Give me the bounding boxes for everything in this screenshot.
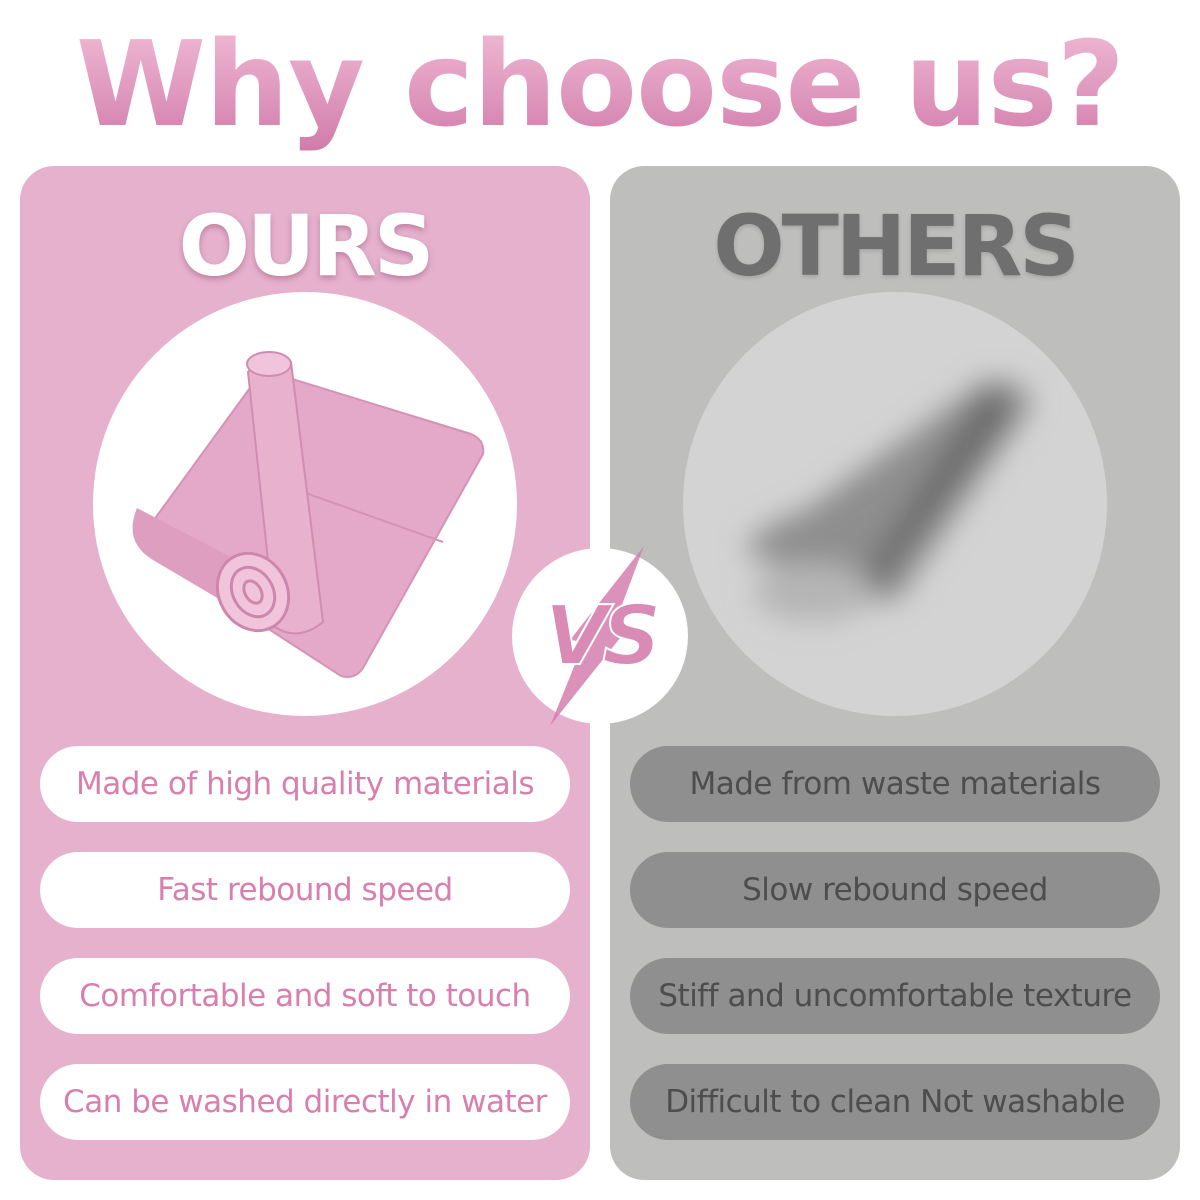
ours-feature-3: Comfortable and soft to touch xyxy=(40,958,570,1034)
ours-heading: OURS xyxy=(178,197,435,295)
ours-product-image xyxy=(93,292,517,716)
vs-badge: VS xyxy=(510,546,690,726)
blurred-yoga-mat-icon xyxy=(743,379,1033,622)
others-panel: OTHERS Made from waste materials Slow re… xyxy=(610,166,1180,1180)
others-heading: OTHERS xyxy=(713,197,1080,295)
others-feature-1: Made from waste materials xyxy=(630,746,1160,822)
others-feature-2: Slow rebound speed xyxy=(630,852,1160,928)
lightning-bolt-icon: VS xyxy=(512,546,688,726)
ours-panel: OURS Made of high quality materials Fast… xyxy=(20,166,590,1180)
others-feature-4: Difficult to clean Not washable xyxy=(630,1064,1160,1140)
page-title: Why choose us? xyxy=(0,14,1200,154)
others-product-image xyxy=(683,292,1107,716)
vs-label: VS xyxy=(545,589,657,684)
ours-feature-2: Fast rebound speed xyxy=(40,852,570,928)
ours-feature-4: Can be washed directly in water xyxy=(40,1064,570,1140)
ours-feature-1: Made of high quality materials xyxy=(40,746,570,822)
others-feature-3: Stiff and uncomfortable texture xyxy=(630,958,1160,1034)
pink-yoga-mat-icon xyxy=(132,351,485,678)
